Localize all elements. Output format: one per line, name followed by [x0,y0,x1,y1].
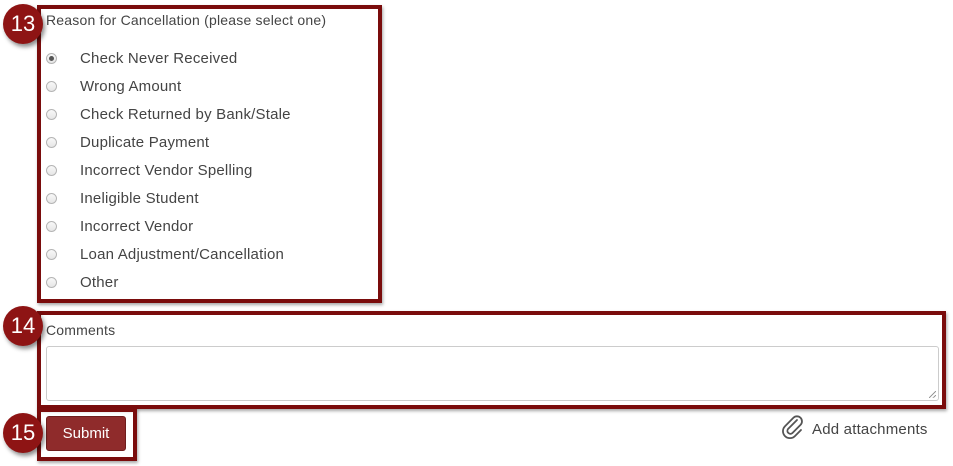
resize-grip-icon[interactable] [929,391,936,398]
radio-button[interactable] [46,248,57,260]
radio-label: Loan Adjustment/Cancellation [80,245,285,263]
paperclip-icon [780,414,806,445]
add-attachments-label: Add attachments [812,420,928,438]
radio-button[interactable] [46,136,57,148]
reason-radio-group: Check Never Received Wrong Amount Check … [46,44,291,296]
comments-label: Comments [46,322,116,338]
reason-label: Reason for Cancellation (please select o… [46,12,327,28]
radio-button[interactable] [46,80,57,92]
submit-button[interactable]: Submit [46,416,126,451]
radio-button[interactable] [46,52,57,64]
radio-button[interactable] [46,192,57,204]
radio-label: Wrong Amount [80,77,182,95]
radio-option-duplicate-payment[interactable]: Duplicate Payment [46,128,291,156]
radio-label: Duplicate Payment [80,133,210,151]
radio-button[interactable] [46,164,57,176]
radio-button[interactable] [46,220,57,232]
radio-option-incorrect-vendor[interactable]: Incorrect Vendor [46,212,291,240]
radio-option-other[interactable]: Other [46,268,291,296]
radio-button[interactable] [46,276,57,288]
add-attachments-link[interactable]: Add attachments [780,414,928,444]
radio-label: Incorrect Vendor Spelling [80,161,253,179]
radio-label: Other [80,273,119,291]
annotation-badge-14: 14 [3,306,43,346]
radio-label: Check Never Received [80,49,238,67]
radio-option-ineligible-student[interactable]: Ineligible Student [46,184,291,212]
annotation-badge-13: 13 [3,4,43,44]
radio-option-wrong-amount[interactable]: Wrong Amount [46,72,291,100]
radio-label: Ineligible Student [80,189,199,207]
radio-option-loan-adjustment[interactable]: Loan Adjustment/Cancellation [46,240,291,268]
radio-option-check-never-received[interactable]: Check Never Received [46,44,291,72]
radio-option-incorrect-vendor-spelling[interactable]: Incorrect Vendor Spelling [46,156,291,184]
radio-option-check-returned[interactable]: Check Returned by Bank/Stale [46,100,291,128]
radio-button[interactable] [46,108,57,120]
radio-label: Check Returned by Bank/Stale [80,105,291,123]
annotation-badge-15: 15 [3,413,43,453]
radio-label: Incorrect Vendor [80,217,194,235]
comments-textarea[interactable] [46,346,939,401]
